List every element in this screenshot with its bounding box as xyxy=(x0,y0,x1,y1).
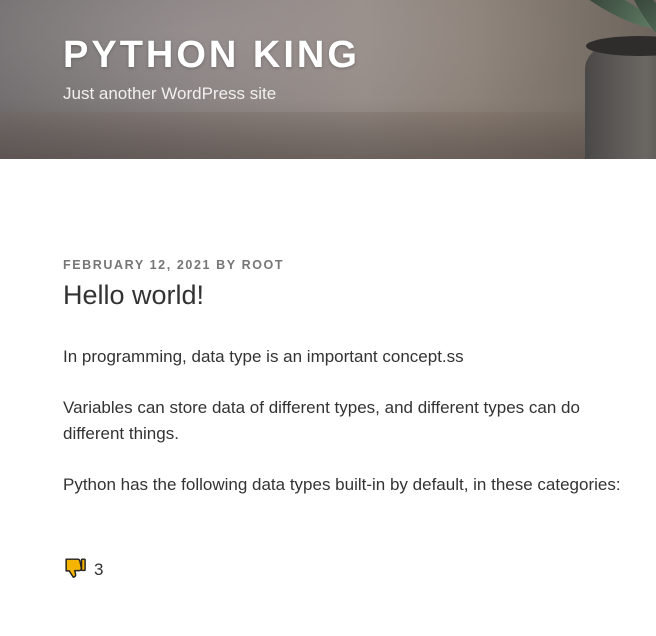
post-paragraph: Python has the following data types buil… xyxy=(63,475,621,494)
site-tagline: Just another WordPress site xyxy=(63,84,277,103)
post-paragraph: In programming, data type is an importan… xyxy=(63,347,464,366)
post-date-link[interactable]: FEBRUARY 12, 2021 xyxy=(63,258,211,272)
thumbs-down-icon xyxy=(63,555,88,585)
post-title: Hello world! xyxy=(63,280,205,310)
post-meta: FEBRUARY 12, 2021 BY ROOT xyxy=(63,258,284,272)
reaction-count: 3 xyxy=(94,560,104,579)
post-author-link[interactable]: ROOT xyxy=(242,258,285,272)
header-image-shadow xyxy=(0,99,656,159)
post-paragraph: Variables can store data of different ty… xyxy=(63,398,580,443)
thumbs-down-reaction-button[interactable]: 3 xyxy=(63,555,103,585)
post-meta-by: BY xyxy=(216,258,237,272)
site-title-link[interactable]: PYTHON KING xyxy=(63,34,360,77)
post-content: In programming, data type is an importan… xyxy=(63,344,633,523)
site-header: PYTHON KING Just another WordPress site xyxy=(0,0,656,159)
